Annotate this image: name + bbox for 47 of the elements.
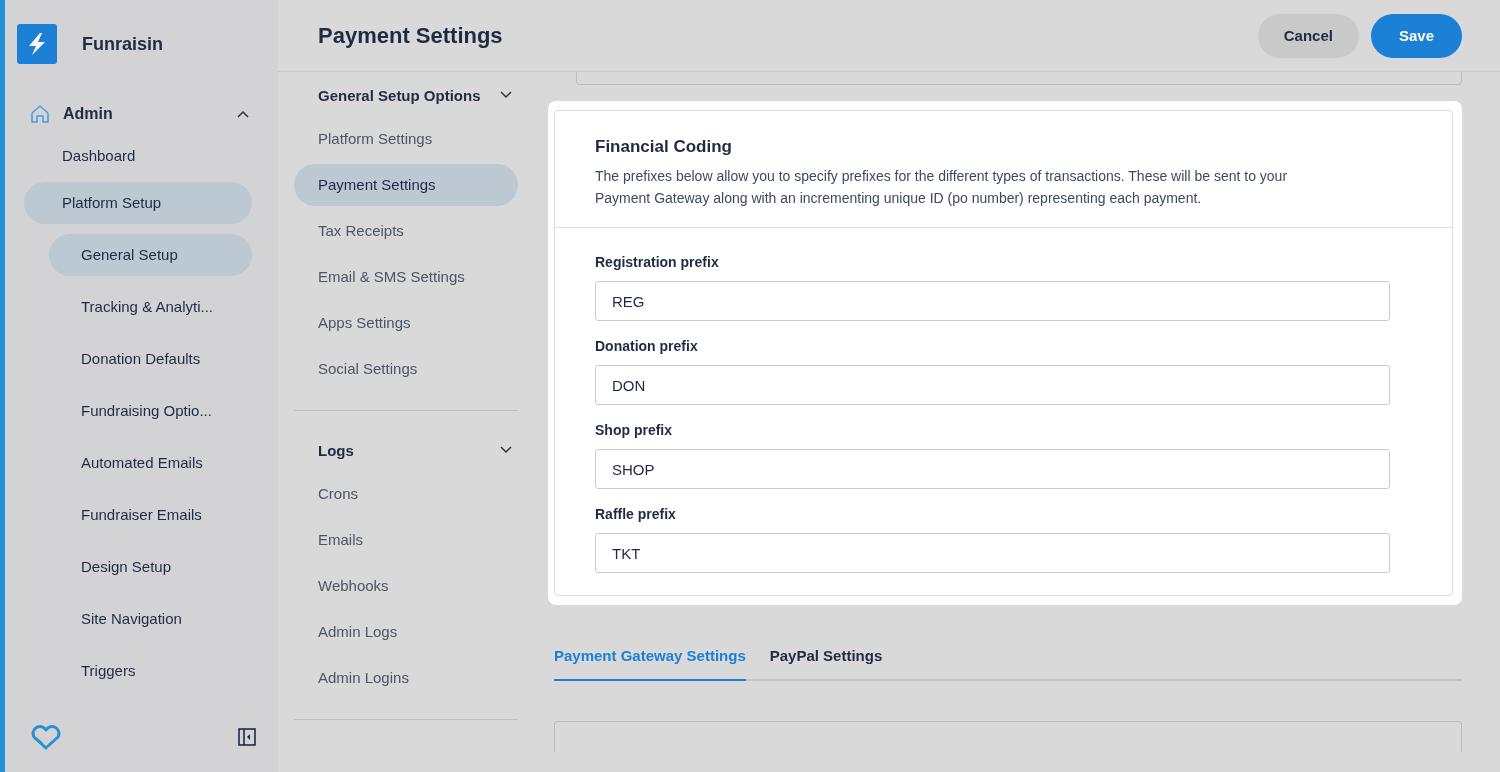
sidebar-item[interactable]: Tracking & Analyti... [49,286,252,328]
field-label: Raffle prefix [595,506,677,522]
lightning-bolt-logo-icon [17,24,57,64]
nav-item[interactable]: Social Settings [294,348,518,390]
input-field[interactable]: TKT [595,533,1390,573]
nav-item[interactable]: Apps Settings [294,302,518,344]
nav-item[interactable]: Emails [294,519,518,561]
chevron-down-icon [500,446,512,454]
description-text: The prefixes below allow you to specify prefixes for the different types of transactions. These will be sent to your Payment Gateway along with an incrementing unique ID (po number) representing each payment. [595,167,1289,208]
sidebar-item[interactable]: Donation Defaults [49,338,252,380]
input-field[interactable]: SHOP [595,449,1390,489]
chevron-up-icon [237,110,249,118]
house-icon [29,103,51,125]
sidebar-item[interactable]: Fundraising Optio... [49,390,252,432]
app-name: Funraisin [82,33,163,55]
nav-item[interactable]: Webhooks [294,565,518,607]
input-field[interactable]: REG [595,281,1390,321]
sidebar-item[interactable]: Admin [29,98,253,130]
cancel-button[interactable]: Cancel [1257,13,1359,58]
chevron-down-icon [500,91,512,99]
section-header[interactable]: Logs [294,437,518,463]
nav-item[interactable]: Admin Logs [294,611,518,653]
field-label: Shop prefix [595,422,673,438]
sidebar-item[interactable]: Platform Setup [24,182,252,224]
save-button[interactable]: Save [1370,13,1462,58]
heart-logo-icon [30,724,62,750]
collapse-sidebar-icon[interactable] [238,728,256,746]
sidebar-item[interactable]: Fundraiser Emails [49,494,252,536]
nav-item[interactable]: Tax Receipts [294,210,518,252]
nav-item[interactable]: Platform Settings [294,118,518,160]
section-header[interactable]: General Setup Options [294,82,518,108]
field-label: Donation prefix [595,338,699,354]
nav-item[interactable]: Payment Settings [294,164,518,206]
sidebar-item[interactable]: General Setup [49,234,252,276]
tab[interactable]: PayPal Settings [769,635,883,681]
sidebar-item[interactable]: Automated Emails [49,442,252,484]
sidebar-item[interactable]: Design Setup [49,546,252,588]
page-title: Payment Settings [318,22,503,49]
sidebar-item[interactable]: Site Navigation [49,598,252,640]
field-label: Registration prefix [595,254,720,270]
nav-item[interactable]: Crons [294,473,518,515]
sidebar-item[interactable]: Dashboard [24,135,252,177]
nav-item[interactable]: Email & SMS Settings [294,256,518,298]
input-field[interactable]: DON [595,365,1390,405]
nav-item[interactable]: Admin Logins [294,657,518,699]
section-title: Financial Coding [595,137,733,157]
sidebar-item[interactable]: Triggers [49,650,252,692]
